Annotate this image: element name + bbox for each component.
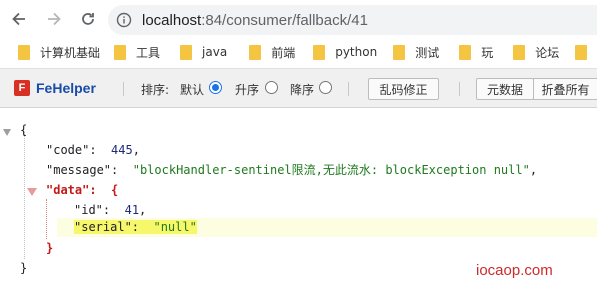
folder-icon (313, 44, 326, 60)
bookmark-label: 前端 (271, 45, 296, 60)
indent-guide (46, 199, 47, 239)
bookmark-label: 工具 (136, 45, 161, 60)
json-line-code: "code": 445, (46, 143, 140, 157)
folder-icon (114, 44, 127, 60)
arrow-right-icon (48, 12, 61, 26)
bookmark-folder[interactable]: 计算机基础 (18, 40, 100, 64)
bookmark-folder[interactable]: 工具 (114, 40, 160, 64)
json-number-value: 445 (111, 143, 133, 157)
metadata-button[interactable]: 元数据 (476, 78, 534, 100)
toolbar-divider (459, 82, 460, 96)
bookmark-label: 计算机基础 (40, 45, 101, 60)
sort-asc-label[interactable]: 升序 (235, 81, 259, 98)
bookmark-folder[interactable]: 前端 (249, 40, 295, 64)
watermark-text: iocaop.com (476, 262, 553, 279)
bookmark-folder[interactable]: 玩 (459, 40, 493, 64)
reload-button[interactable] (77, 8, 99, 30)
fehelper-title[interactable]: FeHelper (36, 80, 96, 96)
reload-icon (82, 13, 94, 25)
json-key: "code" (46, 143, 90, 157)
bookmark-folder[interactable]: 问 (575, 40, 597, 64)
fix-encoding-button[interactable]: 乱码修正 (368, 78, 439, 100)
json-key: "serial" (74, 220, 132, 234)
bookmark-folder[interactable]: python (313, 40, 377, 64)
json-string-value: "null" (153, 220, 197, 234)
bookmark-label: python (335, 45, 378, 59)
json-line-message: "message": "blockHandler-sentinel限流,无此流水… (46, 163, 538, 177)
sort-desc-radio[interactable] (319, 81, 332, 94)
json-line-serial: "serial": "null" (74, 220, 197, 234)
bookmark-folder[interactable]: java (180, 40, 227, 64)
json-key: "message" (46, 163, 112, 177)
toolbar-divider (348, 82, 349, 96)
toolbar-divider (123, 82, 124, 96)
browser-toolbar: localhost:84/consumer/fallback/41 (0, 0, 597, 38)
json-key: "id" (74, 203, 103, 217)
collapse-all-button[interactable]: 折叠所有 (533, 78, 597, 100)
json-open-brace: { (20, 123, 28, 137)
fehelper-toolbar: F FeHelper 排序: 默认 升序 降序 乱码修正 元数据 折叠所有 (0, 68, 597, 108)
address-bar[interactable]: localhost:84/consumer/fallback/41 (108, 5, 597, 35)
folder-icon (249, 44, 262, 60)
json-viewer: { "code": 445, "message": "blockHandler-… (0, 112, 597, 286)
bookmark-folder[interactable]: 测试 (393, 40, 439, 64)
bookmark-label: 玩 (481, 45, 494, 60)
fehelper-logo-icon: F (14, 80, 30, 96)
back-button[interactable] (8, 8, 30, 30)
folder-icon (18, 44, 30, 60)
collapse-toggle-icon[interactable] (27, 188, 37, 196)
json-key: "data" (46, 183, 90, 197)
json-object-close: } (46, 241, 54, 255)
json-object-open: { (111, 183, 119, 197)
sort-asc-radio[interactable] (265, 81, 278, 94)
arrow-left-icon (12, 12, 25, 26)
url-text: localhost:84/consumer/fallback/41 (142, 12, 368, 29)
forward-button[interactable] (43, 8, 65, 30)
bookmark-label: 论坛 (535, 45, 560, 60)
info-icon[interactable] (116, 12, 132, 28)
json-number-value: 41 (124, 203, 140, 217)
folder-icon (180, 44, 193, 60)
bookmark-folder[interactable]: 论坛 (513, 40, 559, 64)
json-line-data: "data": { (46, 183, 119, 197)
sort-desc-label[interactable]: 降序 (290, 81, 314, 98)
sort-label: 排序: (141, 83, 170, 97)
collapse-toggle-icon[interactable] (3, 129, 11, 136)
folder-icon (459, 44, 472, 60)
url-host: localhost (142, 11, 202, 29)
folder-icon (575, 44, 588, 60)
bookmarks-bar: 计算机基础 工具 java 前端 python 测试 玩 论坛 问 (0, 38, 597, 66)
bookmark-label: 测试 (415, 45, 440, 60)
url-path: :84/consumer/fallback/41 (201, 11, 368, 29)
folder-icon (513, 44, 526, 60)
bookmark-label: java (202, 45, 228, 59)
json-string-value: "blockHandler-sentinel限流,无此流水: blockExce… (132, 163, 530, 177)
sort-default-label[interactable]: 默认 (180, 81, 204, 98)
indent-guide (24, 132, 25, 259)
sort-default-radio[interactable] (209, 81, 222, 94)
json-close-brace: } (20, 261, 28, 275)
folder-icon (393, 44, 406, 60)
